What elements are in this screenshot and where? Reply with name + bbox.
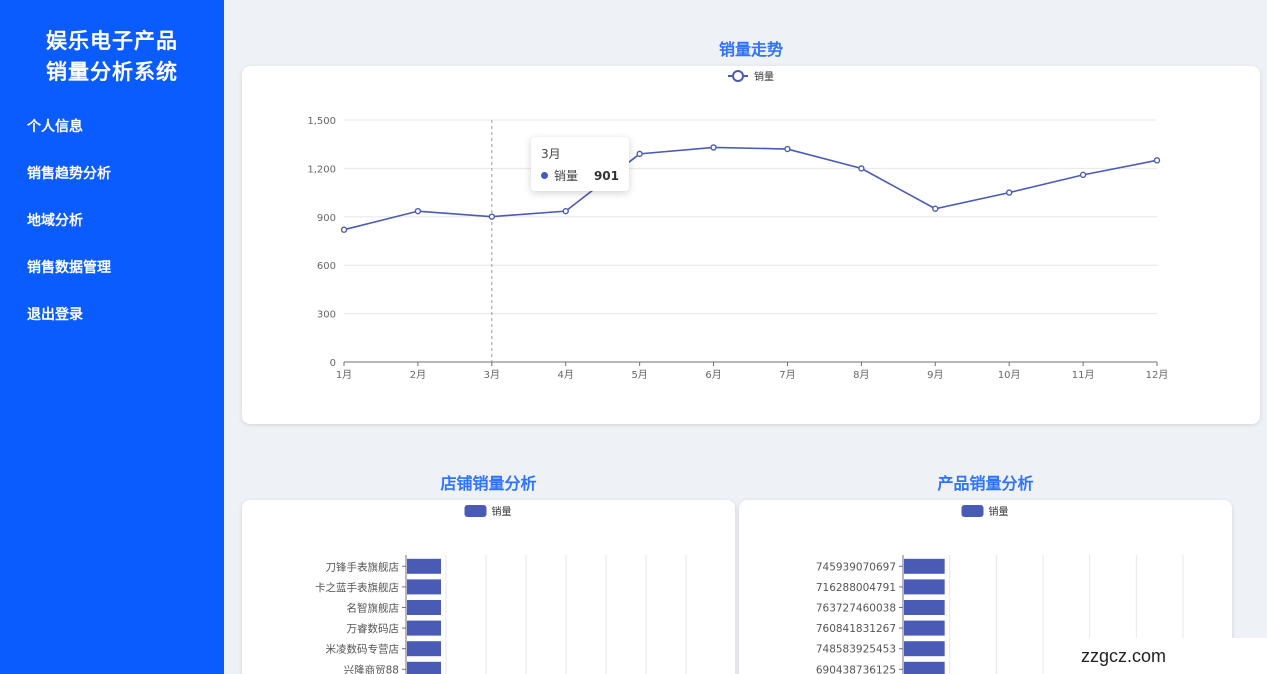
nav-item-logout[interactable]: 退出登录: [0, 292, 224, 339]
bar: [407, 600, 441, 615]
tooltip-title: 3月: [541, 147, 561, 161]
data-point: [784, 145, 791, 153]
tooltip-series-dot: [541, 172, 548, 179]
data-point: [340, 226, 348, 233]
nav-item-region[interactable]: 地域分析: [0, 198, 224, 245]
data-point: [932, 205, 939, 212]
legend-label: 销量: [754, 70, 774, 83]
nav-item-sales-data[interactable]: 销售数据管理: [0, 245, 224, 292]
y-tick-label: 760841831267: [816, 623, 896, 635]
store-bar-chart[interactable]: 销量刀锋手表旗舰店卡之蓝手表旗舰店名智旗舰店万睿数码店米凌数码专营店兴隆商贸88: [242, 500, 735, 674]
y-tick-label: 690438736125: [816, 664, 896, 674]
bar: [407, 641, 441, 657]
y-tick-label: 763727460038: [816, 603, 896, 615]
bar: [904, 558, 945, 574]
bar: [904, 579, 945, 595]
y-tick-label: 刀锋手表旗舰店: [326, 560, 400, 573]
x-tick-label: 11月: [1072, 369, 1095, 381]
data-point: [858, 165, 865, 172]
nav-item-profile[interactable]: 个人信息: [0, 104, 224, 151]
x-tick-label: 9月: [927, 369, 943, 381]
y-tick-label: 600: [317, 261, 336, 272]
legend-label: 销量: [492, 505, 512, 518]
bar: [904, 600, 945, 615]
chart-tooltip: 3月 销量 901: [531, 137, 629, 191]
app-title: 娱乐电子产品 销量分析系统: [0, 26, 224, 88]
bar: [407, 579, 441, 595]
watermark: zzgcz.com: [1062, 638, 1267, 674]
x-tick-label: 12月: [1146, 369, 1169, 381]
x-tick-label: 8月: [853, 369, 869, 381]
app-title-line1: 娱乐电子产品: [46, 29, 178, 53]
bar: [904, 661, 945, 674]
y-tick-label: 748583925453: [816, 644, 896, 656]
x-tick-label: 6月: [705, 369, 721, 381]
legend-swatch: [961, 505, 984, 517]
tooltip-value: 901: [593, 168, 619, 183]
trend-section-title: 销量走势: [718, 40, 783, 59]
data-point: [562, 207, 569, 215]
data-point: [710, 144, 717, 151]
bar: [904, 641, 945, 657]
x-tick-label: 4月: [558, 369, 574, 381]
legend-swatch: [464, 505, 487, 517]
x-tick-label: 1月: [336, 369, 352, 381]
nav-item-sales-trend[interactable]: 销售趋势分析: [0, 151, 224, 198]
y-tick-label: 300: [317, 310, 336, 321]
product-section-title: 产品销量分析: [937, 474, 1034, 493]
bar: [407, 661, 441, 674]
data-point: [414, 207, 422, 215]
data-point: [636, 150, 643, 158]
trend-line-chart[interactable]: 销量 0 300 600 900 1,200 1,500 1月 2月 3月 4月 5月 6月 7月 8月 9月…: [242, 66, 1260, 424]
store-section-title: 店铺销量分析: [440, 474, 537, 493]
bar: [407, 620, 441, 636]
y-tick-label: 1,200: [307, 164, 336, 175]
legend-marker: [732, 70, 744, 82]
y-tick-label: 名智旗舰店: [347, 602, 400, 615]
x-tick-label: 7月: [779, 369, 795, 381]
data-point: [488, 213, 496, 220]
x-tick-label: 2月: [410, 369, 426, 381]
app-title-line2: 销量分析系统: [46, 60, 178, 84]
y-tick-label: 745939070697: [816, 561, 896, 573]
bar: [904, 620, 945, 636]
y-tick-label: 0: [330, 358, 336, 369]
sidebar: 娱乐电子产品 销量分析系统 个人信息 销售趋势分析 地域分析 销售数据管理 退出…: [0, 0, 224, 674]
sidebar-nav: 个人信息 销售趋势分析 地域分析 销售数据管理 退出登录: [0, 104, 224, 339]
y-tick-label: 米凌数码专营店: [326, 643, 400, 656]
y-tick-label: 万睿数码店: [347, 622, 400, 635]
store-chart-card: 销量刀锋手表旗舰店卡之蓝手表旗舰店名智旗舰店万睿数码店米凌数码专营店兴隆商贸88: [242, 500, 735, 674]
legend-label: 销量: [989, 505, 1009, 518]
y-tick-label: 716288004791: [816, 582, 896, 594]
y-tick-label: 兴隆商贸88: [344, 663, 399, 674]
y-tick-label: 卡之蓝手表旗舰店: [315, 581, 399, 594]
y-tick-label: 1,500: [307, 116, 336, 127]
x-tick-label: 3月: [484, 369, 500, 381]
x-tick-label: 5月: [631, 369, 647, 381]
x-tick-label: 10月: [998, 369, 1021, 381]
data-point: [1005, 189, 1013, 196]
series-line: [343, 146, 1158, 231]
data-point: [1079, 171, 1087, 179]
trend-chart-card: 销量 0 300 600 900 1,200 1,500 1月 2月 3月 4月 5月 6月 7月 8月 9月…: [242, 66, 1260, 424]
bar: [407, 558, 441, 574]
data-point: [1153, 157, 1161, 164]
y-tick-label: 900: [317, 213, 336, 224]
tooltip-series-name: 销量: [554, 169, 579, 183]
